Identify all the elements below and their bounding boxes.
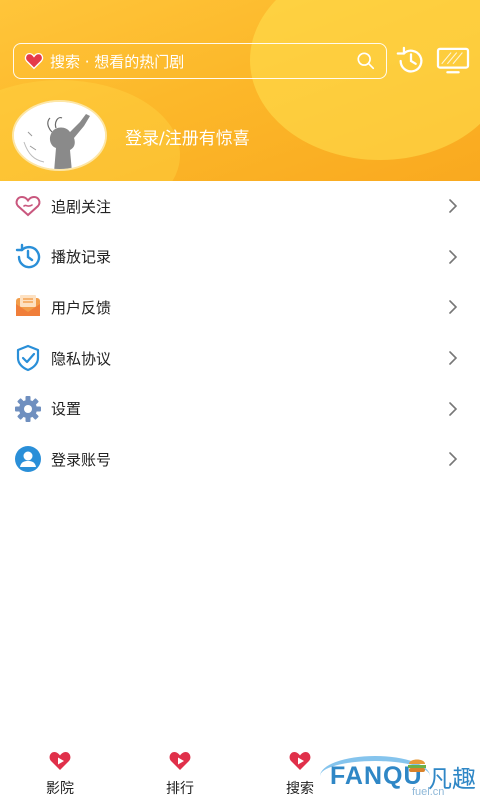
tab-label: 排行 (166, 781, 194, 797)
heart-play-icon (169, 752, 191, 770)
chevron-right-icon (449, 452, 458, 467)
avatar[interactable] (12, 100, 107, 171)
menu-item-label: 播放记录 (51, 248, 112, 267)
chevron-right-icon (449, 199, 458, 214)
chevron-right-icon (449, 250, 458, 264)
tab-cinema[interactable]: 影院 (30, 748, 90, 800)
profile-header: 搜索 · 想看的热门剧 登录/注册有惊喜 (0, 0, 480, 181)
menu-item-label: 设置 (51, 400, 82, 419)
tv-screen-icon[interactable] (436, 46, 470, 76)
menu-item-privacy[interactable]: 隐私协议 (0, 333, 480, 384)
feedback-envelope-icon (14, 293, 42, 321)
chevron-right-icon (449, 300, 458, 315)
heart-play-icon (289, 752, 311, 770)
menu-item-label: 用户反馈 (51, 298, 112, 317)
history-icon[interactable] (395, 45, 427, 77)
shield-check-icon (14, 344, 42, 372)
menu-item-history[interactable]: 播放记录 (0, 232, 480, 283)
watermark-logo: FANQU 凡趣 fuel.cn (320, 750, 480, 800)
header-decoration (250, 0, 480, 160)
menu-item-label: 追剧关注 (51, 197, 112, 216)
tab-label: 影院 (46, 781, 74, 797)
watermark-url: fuel.cn (412, 786, 445, 798)
heart-follow-icon (14, 192, 42, 220)
chevron-right-icon (449, 401, 458, 416)
settings-menu: 追剧关注 播放记录 用户反馈 隐私协议 设置 登录账号 (0, 181, 480, 485)
chevron-right-icon (449, 351, 458, 365)
menu-item-label: 隐私协议 (51, 349, 112, 368)
menu-item-follow[interactable]: 追剧关注 (0, 181, 480, 232)
gear-icon (14, 395, 42, 423)
search-bar[interactable]: 搜索 · 想看的热门剧 (13, 43, 387, 79)
history-record-icon (14, 243, 42, 271)
login-register-link[interactable]: 登录/注册有惊喜 (125, 124, 250, 149)
menu-item-feedback[interactable]: 用户反馈 (0, 282, 480, 333)
user-account-icon (14, 445, 42, 473)
menu-item-login-account[interactable]: 登录账号 (0, 434, 480, 485)
tab-ranking[interactable]: 排行 (150, 748, 210, 800)
heart-icon (24, 52, 44, 70)
burger-icon (408, 759, 426, 772)
search-placeholder: 搜索 · 想看的热门剧 (50, 52, 185, 71)
search-icon[interactable] (356, 51, 376, 71)
menu-item-settings[interactable]: 设置 (0, 383, 480, 434)
heart-play-icon (49, 752, 71, 770)
menu-item-label: 登录账号 (51, 450, 112, 469)
